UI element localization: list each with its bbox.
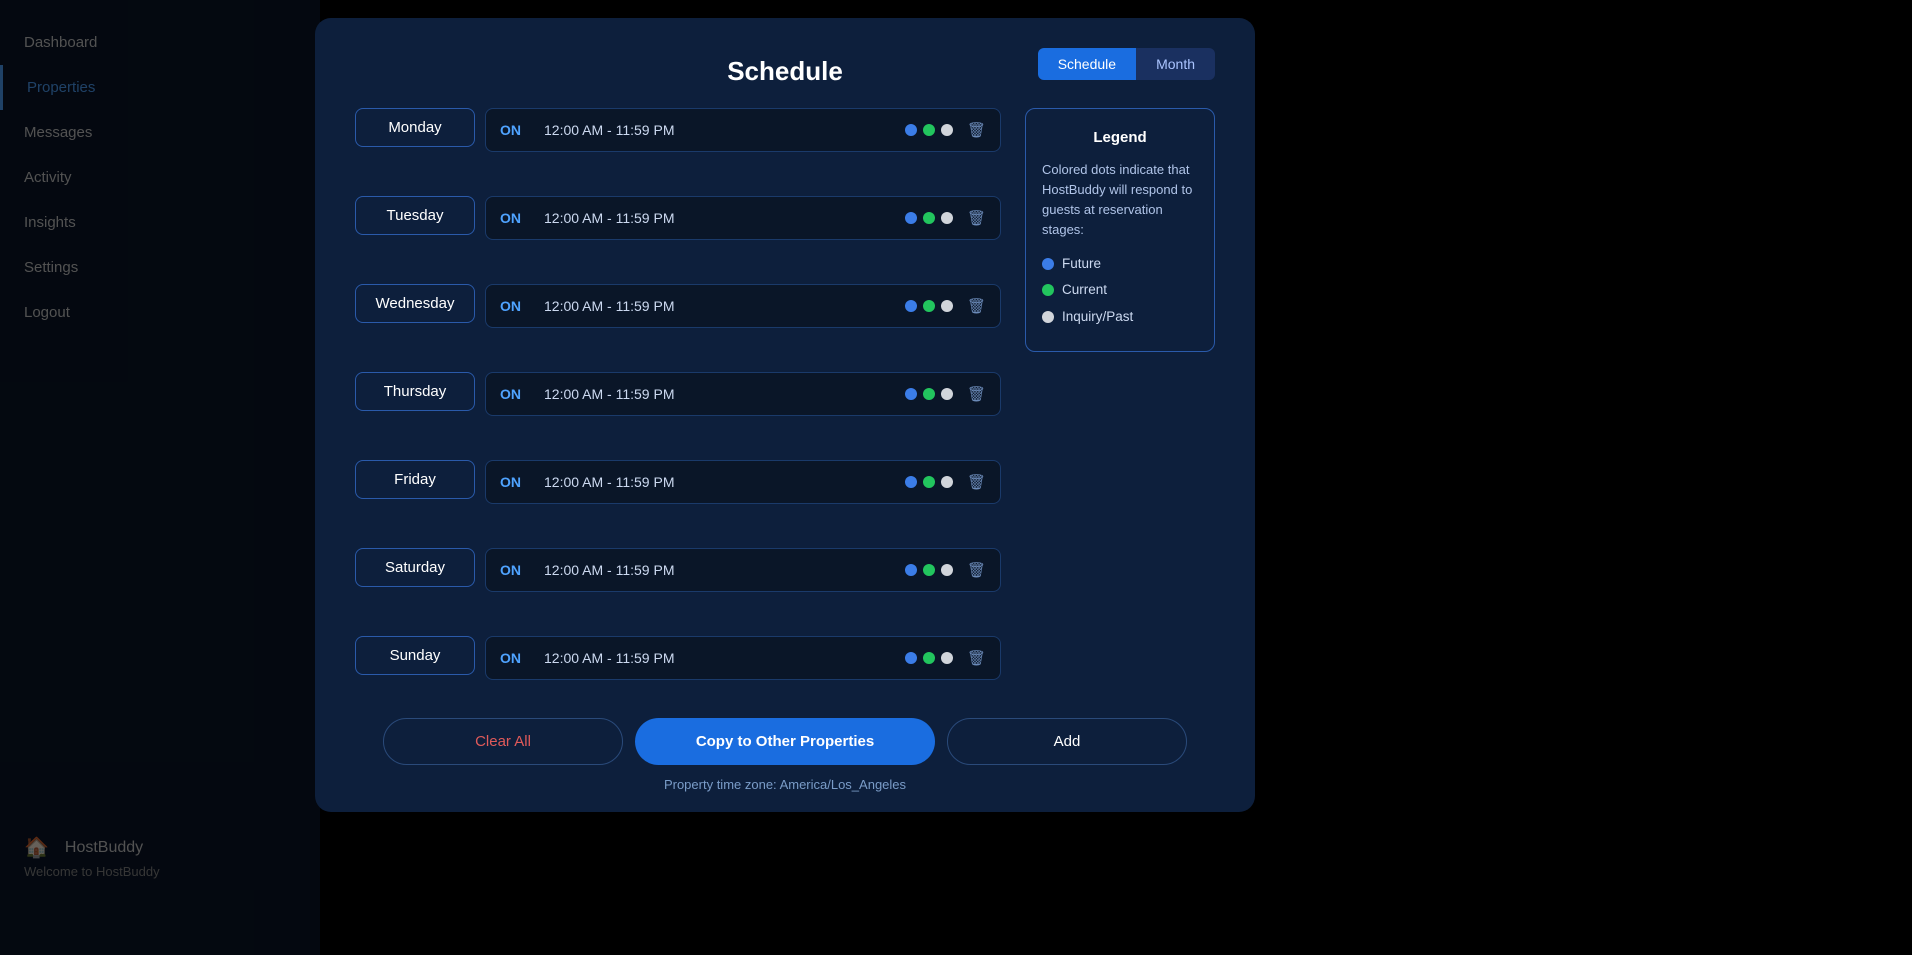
dot-white-friday — [941, 476, 953, 488]
dot-green-friday — [923, 476, 935, 488]
on-label-saturday: ON — [500, 562, 528, 578]
time-range-thursday: 12:00 AM - 11:59 PM — [544, 386, 674, 402]
dot-white-thursday — [941, 388, 953, 400]
dot-green-thursday — [923, 388, 935, 400]
day-button-wednesday[interactable]: Wednesday — [355, 284, 475, 323]
on-label-monday: ON — [500, 122, 528, 138]
dots-sunday — [905, 652, 953, 664]
day-button-thursday[interactable]: Thursday — [355, 372, 475, 411]
dot-white-wednesday — [941, 300, 953, 312]
day-row-monday: Monday ON 12:00 AM - 11:59 PM 🗑 — [355, 108, 1001, 152]
delete-sunday[interactable]: 🗑 — [967, 649, 986, 667]
on-label-tuesday: ON — [500, 210, 528, 226]
dot-green-saturday — [923, 564, 935, 576]
time-range-wednesday: 12:00 AM - 11:59 PM — [544, 298, 674, 314]
schedule-toggle-schedule[interactable]: Schedule — [1038, 48, 1136, 80]
dots-thursday — [905, 388, 953, 400]
legend-description: Colored dots indicate that HostBuddy wil… — [1042, 160, 1198, 241]
add-button[interactable]: Add — [947, 718, 1187, 765]
schedule-toggle-month[interactable]: Month — [1136, 48, 1215, 80]
legend-dot-blue — [1042, 258, 1054, 270]
dots-wednesday — [905, 300, 953, 312]
dot-green-tuesday — [923, 212, 935, 224]
modal-footer: Clear All Copy to Other Properties Add P… — [355, 718, 1215, 792]
time-slot-thursday: ON 12:00 AM - 11:59 PM 🗑 — [485, 372, 1001, 416]
schedule-toggle: Schedule Month — [1038, 48, 1215, 80]
dot-blue-friday — [905, 476, 917, 488]
dot-blue-monday — [905, 124, 917, 136]
legend-label-current: Current — [1062, 280, 1107, 300]
time-range-saturday: 12:00 AM - 11:59 PM — [544, 562, 674, 578]
time-slot-friday: ON 12:00 AM - 11:59 PM 🗑 — [485, 460, 1001, 504]
time-range-monday: 12:00 AM - 11:59 PM — [544, 122, 674, 138]
legend-box: Legend Colored dots indicate that HostBu… — [1025, 108, 1215, 352]
dot-white-monday — [941, 124, 953, 136]
day-row-friday: Friday ON 12:00 AM - 11:59 PM 🗑 — [355, 460, 1001, 504]
copy-to-properties-button[interactable]: Copy to Other Properties — [635, 718, 935, 765]
dot-blue-wednesday — [905, 300, 917, 312]
schedule-list: Monday ON 12:00 AM - 11:59 PM 🗑 — [355, 108, 1001, 690]
time-slot-monday: ON 12:00 AM - 11:59 PM 🗑 — [485, 108, 1001, 152]
legend-label-inquiry: Inquiry/Past — [1062, 307, 1133, 327]
on-label-thursday: ON — [500, 386, 528, 402]
delete-monday[interactable]: 🗑 — [967, 121, 986, 139]
on-label-wednesday: ON — [500, 298, 528, 314]
legend-dot-white — [1042, 311, 1054, 323]
dots-saturday — [905, 564, 953, 576]
time-range-sunday: 12:00 AM - 11:59 PM — [544, 650, 674, 666]
day-button-sunday[interactable]: Sunday — [355, 636, 475, 675]
on-label-sunday: ON — [500, 650, 528, 666]
delete-tuesday[interactable]: 🗑 — [967, 209, 986, 227]
time-slot-saturday: ON 12:00 AM - 11:59 PM 🗑 — [485, 548, 1001, 592]
footer-buttons: Clear All Copy to Other Properties Add — [355, 718, 1215, 765]
modal-body: Monday ON 12:00 AM - 11:59 PM 🗑 — [355, 108, 1215, 690]
day-button-monday[interactable]: Monday — [355, 108, 475, 147]
time-slot-tuesday: ON 12:00 AM - 11:59 PM 🗑 — [485, 196, 1001, 240]
time-slot-wednesday: ON 12:00 AM - 11:59 PM 🗑 — [485, 284, 1001, 328]
delete-wednesday[interactable]: 🗑 — [967, 297, 986, 315]
delete-saturday[interactable]: 🗑 — [967, 561, 986, 579]
dot-green-monday — [923, 124, 935, 136]
day-row-sunday: Sunday ON 12:00 AM - 11:59 PM 🗑 — [355, 636, 1001, 680]
dot-blue-tuesday — [905, 212, 917, 224]
dot-white-sunday — [941, 652, 953, 664]
day-button-saturday[interactable]: Saturday — [355, 548, 475, 587]
modal-header: Schedule Schedule Month — [355, 48, 1215, 80]
dot-white-saturday — [941, 564, 953, 576]
clear-all-button[interactable]: Clear All — [383, 718, 623, 765]
on-label-friday: ON — [500, 474, 528, 490]
dot-blue-thursday — [905, 388, 917, 400]
dot-blue-saturday — [905, 564, 917, 576]
day-button-friday[interactable]: Friday — [355, 460, 475, 499]
dots-friday — [905, 476, 953, 488]
dots-tuesday — [905, 212, 953, 224]
day-row-saturday: Saturday ON 12:00 AM - 11:59 PM 🗑 — [355, 548, 1001, 592]
time-range-friday: 12:00 AM - 11:59 PM — [544, 474, 674, 490]
legend-item-current: Current — [1042, 280, 1198, 300]
day-row-wednesday: Wednesday ON 12:00 AM - 11:59 PM 🗑 — [355, 284, 1001, 328]
timezone-text: Property time zone: America/Los_Angeles — [664, 777, 906, 792]
day-row-thursday: Thursday ON 12:00 AM - 11:59 PM 🗑 — [355, 372, 1001, 416]
legend-item-inquiry: Inquiry/Past — [1042, 307, 1198, 327]
legend-label-future: Future — [1062, 254, 1101, 274]
day-row-tuesday: Tuesday ON 12:00 AM - 11:59 PM 🗑 — [355, 196, 1001, 240]
time-range-tuesday: 12:00 AM - 11:59 PM — [544, 210, 674, 226]
schedule-modal: Schedule Schedule Month Monday ON 12:00 … — [315, 18, 1255, 812]
legend-title: Legend — [1042, 127, 1198, 150]
delete-friday[interactable]: 🗑 — [967, 473, 986, 491]
legend-dot-green — [1042, 284, 1054, 296]
dot-green-sunday — [923, 652, 935, 664]
day-button-tuesday[interactable]: Tuesday — [355, 196, 475, 235]
dot-green-wednesday — [923, 300, 935, 312]
dot-white-tuesday — [941, 212, 953, 224]
legend-item-future: Future — [1042, 254, 1198, 274]
dot-blue-sunday — [905, 652, 917, 664]
delete-thursday[interactable]: 🗑 — [967, 385, 986, 403]
modal-title: Schedule — [727, 56, 843, 87]
dots-monday — [905, 124, 953, 136]
time-slot-sunday: ON 12:00 AM - 11:59 PM 🗑 — [485, 636, 1001, 680]
